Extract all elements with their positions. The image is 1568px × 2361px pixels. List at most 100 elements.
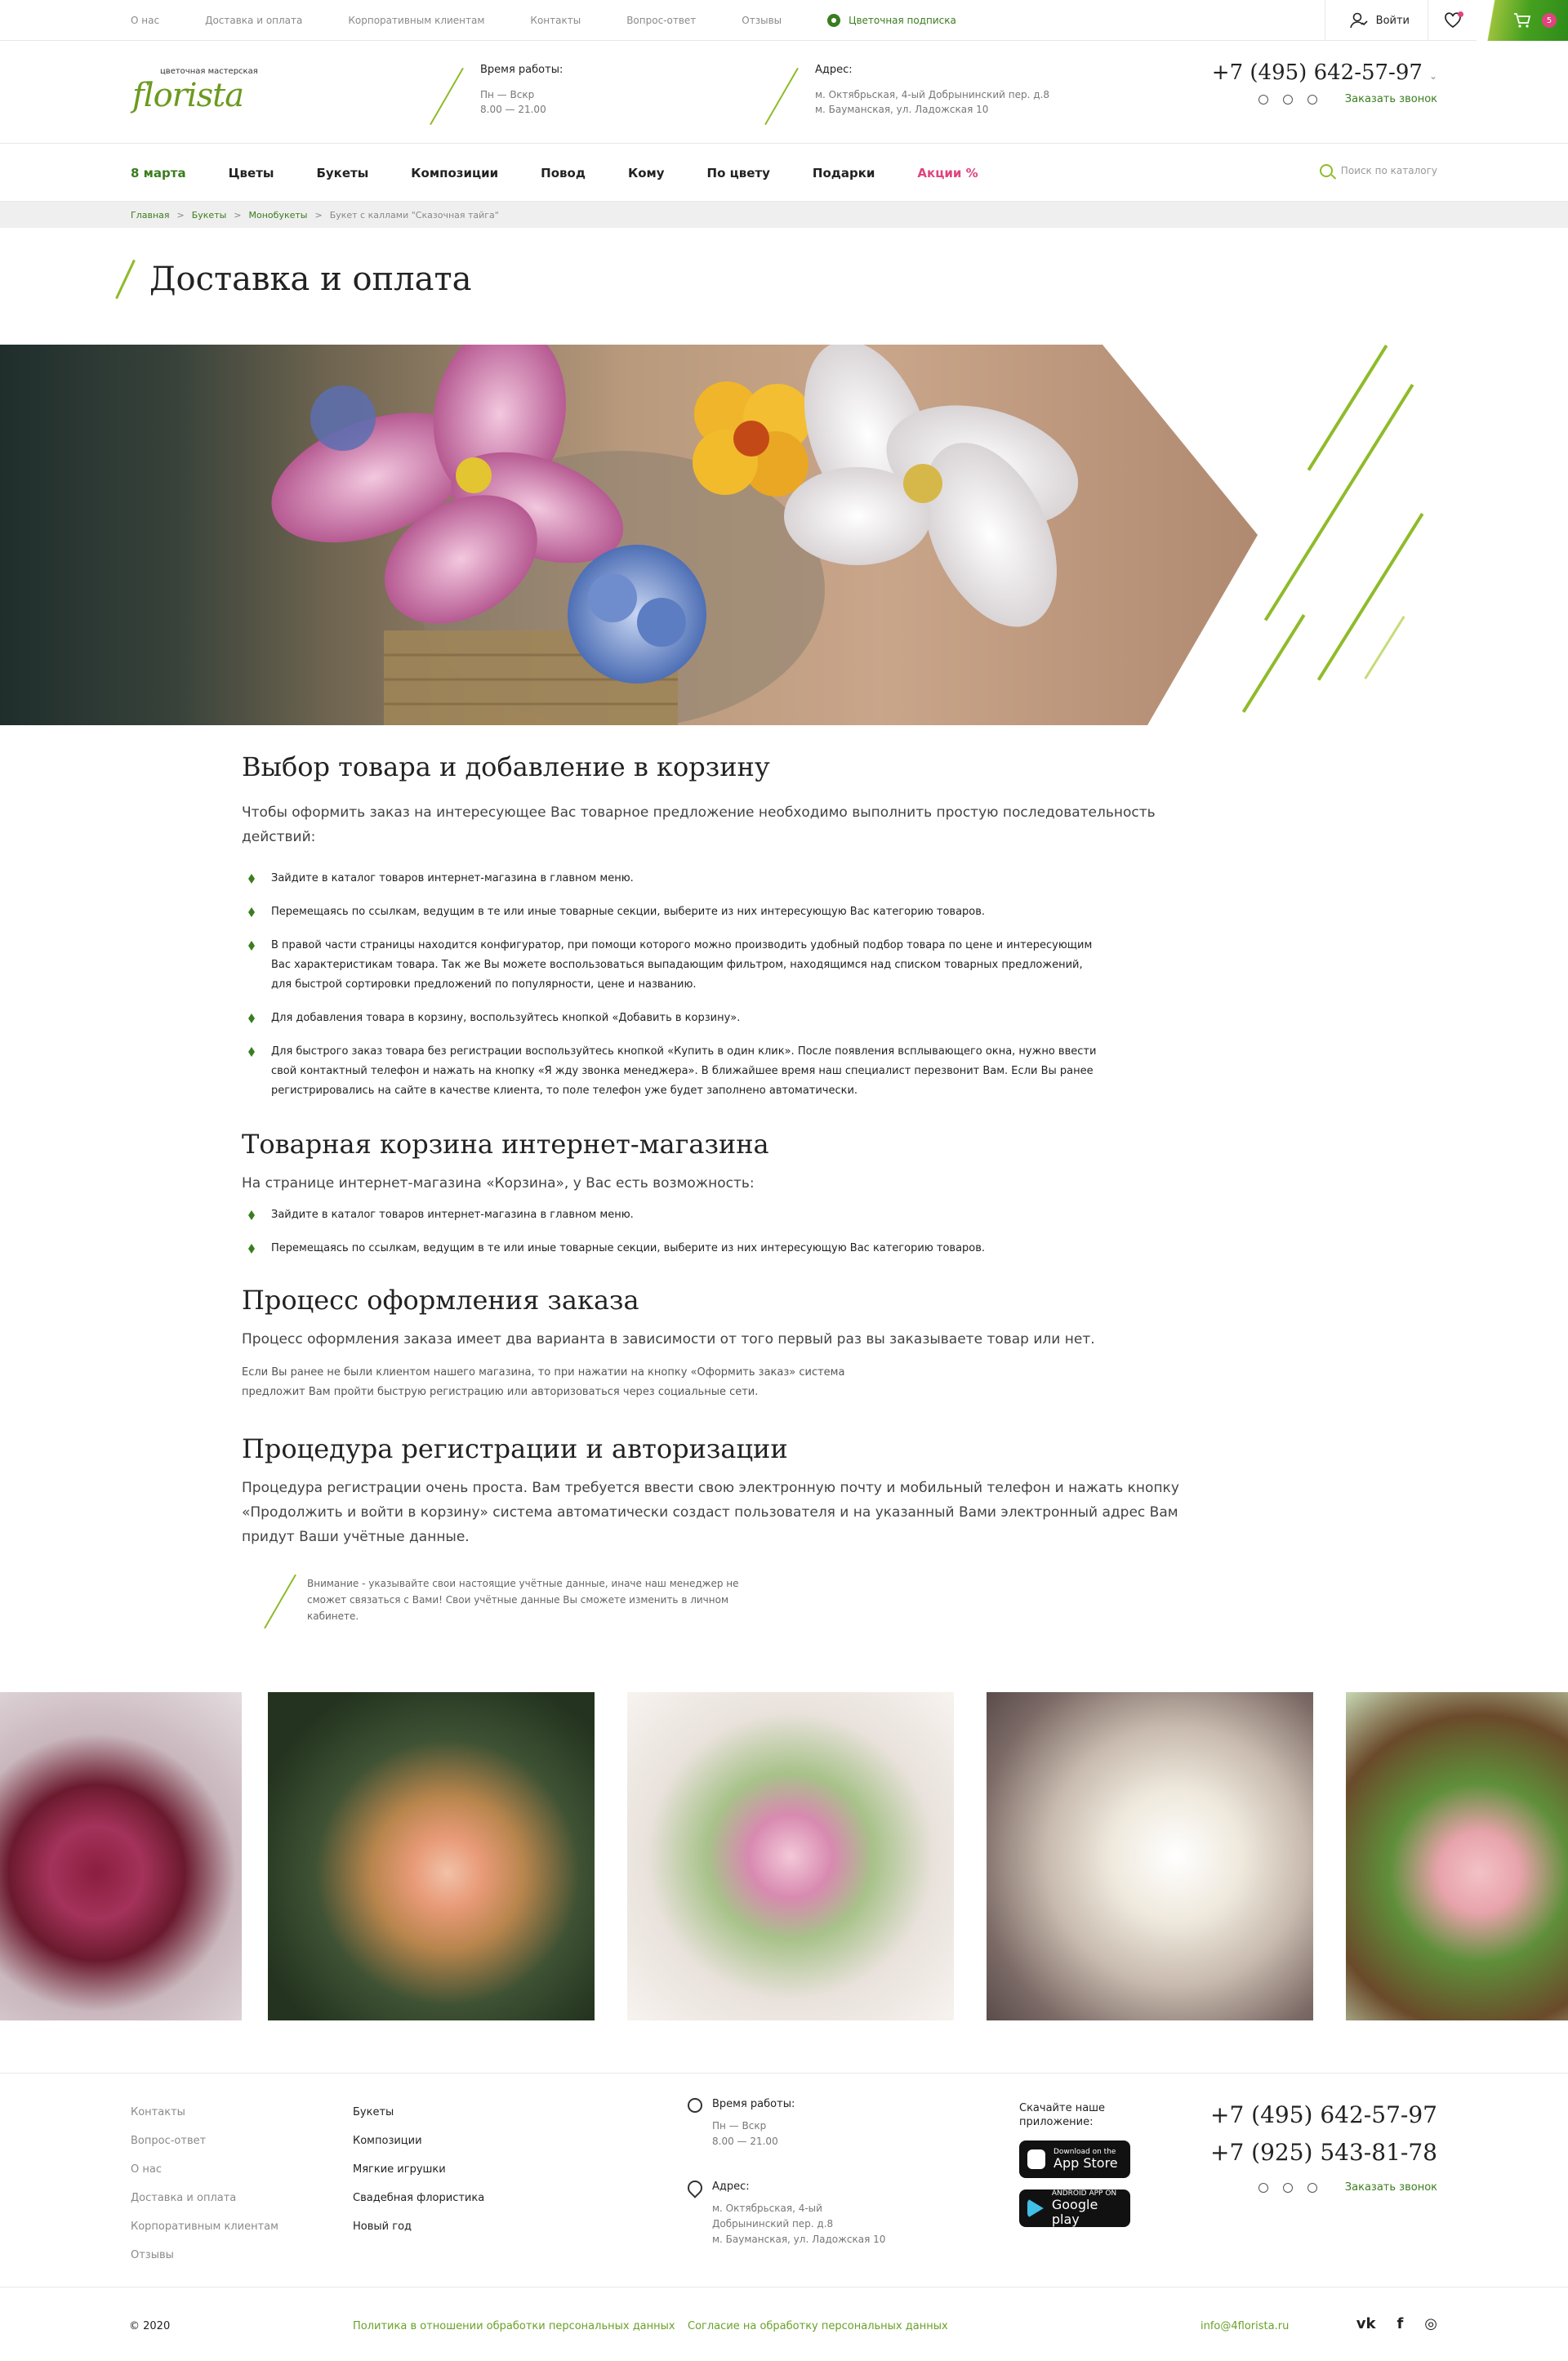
cart-options-list: Зайдите в каталог товаров интернет-магаз…: [242, 1205, 1222, 1258]
nav-item-march8[interactable]: 8 марта: [131, 166, 186, 180]
footer-phone-1[interactable]: +7 (495) 642-57-97: [1210, 2096, 1437, 2134]
favorites-button[interactable]: [1428, 0, 1477, 41]
footer-link-faq[interactable]: Вопрос-ответ: [131, 2127, 278, 2155]
gallery-image-wedding-bouquet[interactable]: [627, 1692, 954, 2020]
footer-info-links: Контакты Вопрос-ответ О нас Доставка и о…: [131, 2098, 278, 2270]
nav-item-compositions[interactable]: Композиции: [411, 166, 498, 180]
telegram-icon[interactable]: [1282, 94, 1293, 105]
gallery-image-red-rose[interactable]: [0, 1692, 242, 2020]
footer-link-corporate[interactable]: Корпоративным клиентам: [131, 2212, 278, 2241]
google-play-button[interactable]: ANDROID APP ON Google play: [1019, 2189, 1130, 2227]
google-play-icon: [1027, 2198, 1044, 2218]
footer-link-contacts[interactable]: Контакты: [131, 2098, 278, 2127]
breadcrumb-current: Букет с каллами "Сказочная тайга": [329, 209, 499, 221]
gallery-image-white-roses[interactable]: [987, 1692, 1313, 2020]
footer-link-delivery[interactable]: Доставка и оплата: [131, 2184, 278, 2212]
phone-number: +7 (495) 642-57-97: [1211, 60, 1423, 85]
facebook-icon[interactable]: f: [1396, 2315, 1403, 2332]
address-block: Адрес: м. Октябрьская, 4-ый Добрынинский…: [764, 41, 1049, 144]
cart-icon: [1514, 13, 1531, 28]
top-link-delivery[interactable]: Доставка и оплата: [205, 15, 302, 26]
instagram-icon[interactable]: ◎: [1424, 2315, 1437, 2332]
callback-link[interactable]: Заказать звонок: [1345, 93, 1437, 105]
section-title-cart: Товарная корзина интернет-магазина: [242, 1129, 769, 1160]
footer-catalog-links: Букеты Композиции Мягкие игрушки Свадебн…: [353, 2098, 484, 2241]
hero-banner: [0, 345, 1568, 725]
whatsapp-icon[interactable]: [1258, 2182, 1268, 2193]
footer-link-reviews[interactable]: Отзывы: [131, 2241, 278, 2270]
page-title: Доставка и оплата: [149, 261, 472, 298]
hero-flowers-illustration: [271, 345, 1079, 725]
footer-link-new-year[interactable]: Новый год: [353, 2212, 484, 2241]
breadcrumb-separator: >: [314, 209, 323, 221]
breadcrumb-home[interactable]: Главная: [131, 210, 170, 221]
address-line-1: м. Октябрьская, 4-ый Добрынинский пер. д…: [815, 89, 1049, 100]
privacy-policy-link[interactable]: Политика в отношении обработки персональ…: [353, 2320, 675, 2332]
copyright: © 2020: [129, 2320, 171, 2332]
gallery-image-basket-arrangement[interactable]: [268, 1692, 595, 2020]
list-item: Зайдите в каталог товаров интернет-магаз…: [242, 1205, 1099, 1225]
nav-item-gifts[interactable]: Подарки: [813, 166, 875, 180]
gallery-image-flower-basket[interactable]: [1346, 1692, 1568, 2020]
footer-link-compositions[interactable]: Композиции: [353, 2127, 484, 2155]
footer-address-line-2: м. Бауманская, ул. Ладожская 10: [712, 2234, 886, 2245]
top-link-corporate[interactable]: Корпоративным клиентам: [348, 15, 484, 26]
user-icon: [1349, 12, 1368, 29]
footer-phone-2[interactable]: +7 (925) 543-81-78: [1210, 2134, 1437, 2172]
nav-item-flowers[interactable]: Цветы: [229, 166, 274, 180]
nav-item-sales[interactable]: Акции %: [917, 166, 978, 180]
breadcrumb-monobouquets[interactable]: Монобукеты: [249, 210, 308, 221]
title-slash: [115, 259, 136, 300]
top-link-reviews[interactable]: Отзывы: [742, 15, 782, 26]
nav-item-by-color[interactable]: По цвету: [707, 166, 770, 180]
breadcrumb-bouquets[interactable]: Букеты: [192, 210, 227, 221]
list-item: Зайдите в каталог товаров интернет-магаз…: [242, 869, 1099, 889]
breadcrumb-separator: >: [234, 209, 242, 221]
footer-callback-link[interactable]: Заказать звонок: [1345, 2181, 1437, 2194]
footer-link-toys[interactable]: Мягкие игрушки: [353, 2155, 484, 2184]
logo[interactable]: цветочная мастерская florista: [131, 65, 261, 118]
list-item: Для добавления товара в корзину, восполь…: [242, 1009, 1099, 1028]
login-button[interactable]: Войти: [1324, 0, 1428, 41]
footer-link-wedding[interactable]: Свадебная флористика: [353, 2184, 484, 2212]
footer-link-about[interactable]: О нас: [131, 2155, 278, 2184]
footer-email[interactable]: info@4florista.ru: [1200, 2320, 1289, 2332]
nav-item-bouquets[interactable]: Букеты: [316, 166, 368, 180]
section-title-checkout: Процесс оформления заказа: [242, 1285, 639, 1316]
favorites-dot: [1458, 11, 1463, 17]
viber-icon[interactable]: [1307, 94, 1317, 105]
section-title-selection: Выбор товара и добавление в корзину: [242, 751, 770, 782]
apps-title: Скачайте наше приложение:: [1019, 2102, 1106, 2128]
top-link-faq[interactable]: Вопрос-ответ: [626, 15, 696, 26]
footer-work-title: Время работы:: [712, 2098, 795, 2110]
note-slash: [264, 1574, 296, 1629]
section-lead-cart: На странице интернет-магазина «Корзина»,…: [242, 1175, 755, 1192]
nav-item-occasion[interactable]: Повод: [541, 166, 586, 180]
work-hours-title: Время работы:: [480, 64, 564, 76]
whatsapp-icon[interactable]: [1258, 94, 1268, 105]
search-icon: [1319, 164, 1333, 177]
top-link-subscription[interactable]: Цветочная подписка: [827, 14, 956, 27]
telegram-icon[interactable]: [1282, 2182, 1293, 2193]
viber-icon[interactable]: [1307, 2182, 1317, 2193]
app-store-button[interactable]: Download on the App Store: [1019, 2140, 1130, 2178]
hero-flowers-image: [0, 345, 1258, 725]
nav-item-recipient[interactable]: Кому: [628, 166, 665, 180]
footer-link-bouquets[interactable]: Букеты: [353, 2098, 484, 2127]
header-phone[interactable]: +7 (495) 642-57-97 ⌄: [1212, 60, 1437, 85]
decor-line: [1364, 616, 1405, 679]
logo-tagline: цветочная мастерская: [160, 67, 258, 76]
vk-icon[interactable]: vk: [1356, 2315, 1376, 2332]
top-link-contacts[interactable]: Контакты: [530, 15, 581, 26]
search-box[interactable]: Поиск по каталогу: [1319, 164, 1437, 177]
flower-icon: [827, 14, 841, 27]
chevron-down-icon[interactable]: ⌄: [1429, 70, 1437, 82]
article: Выбор товара и добавление в корзину Чтоб…: [242, 751, 1222, 1629]
top-link-about[interactable]: О нас: [131, 15, 159, 26]
section-title-registration: Процедура регистрации и авторизации: [242, 1433, 788, 1464]
breadcrumb-bar: Главная > Букеты > Монобукеты > Букет с …: [0, 202, 1568, 228]
cart-button[interactable]: 5: [1477, 0, 1568, 41]
data-consent-link[interactable]: Согласие на обработку персональных данны…: [688, 2320, 948, 2332]
list-item: В правой части страницы находится конфиг…: [242, 936, 1099, 995]
selection-steps-list: Зайдите в каталог товаров интернет-магаз…: [242, 869, 1222, 1101]
